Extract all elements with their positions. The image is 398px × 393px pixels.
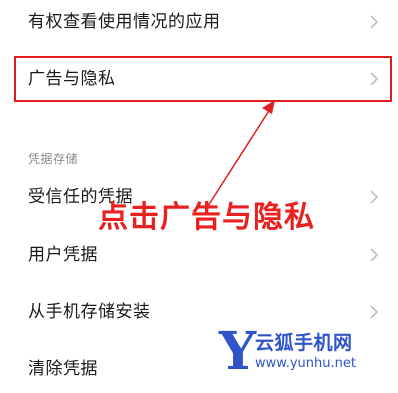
section-header-credentials: 凭据存储 (28, 152, 79, 166)
settings-item-label: 用户凭据 (28, 245, 98, 265)
watermark-logo: Y 云狐手机网 www.yunhu.net (215, 326, 395, 386)
watermark-site-name: 云狐手机网 (255, 332, 353, 354)
settings-item-label: 从手机存储安装 (28, 302, 151, 322)
settings-item-label: 有权查看使用情况的应用 (28, 12, 221, 32)
settings-item-label: 清除凭据 (28, 359, 98, 379)
chevron-right-icon (370, 15, 379, 29)
settings-item-usage-access[interactable]: 有权查看使用情况的应用 (0, 0, 398, 44)
chevron-right-icon (370, 305, 379, 319)
chevron-right-icon (370, 190, 379, 204)
annotation-text: 点击广告与隐私 (98, 200, 315, 235)
watermark-url: www.yunhu.net (255, 356, 356, 371)
chevron-right-icon (370, 248, 379, 262)
highlight-box (14, 56, 392, 102)
watermark-logo-letter: Y (219, 321, 257, 382)
settings-item-user-credentials[interactable]: 用户凭据 (0, 233, 398, 277)
